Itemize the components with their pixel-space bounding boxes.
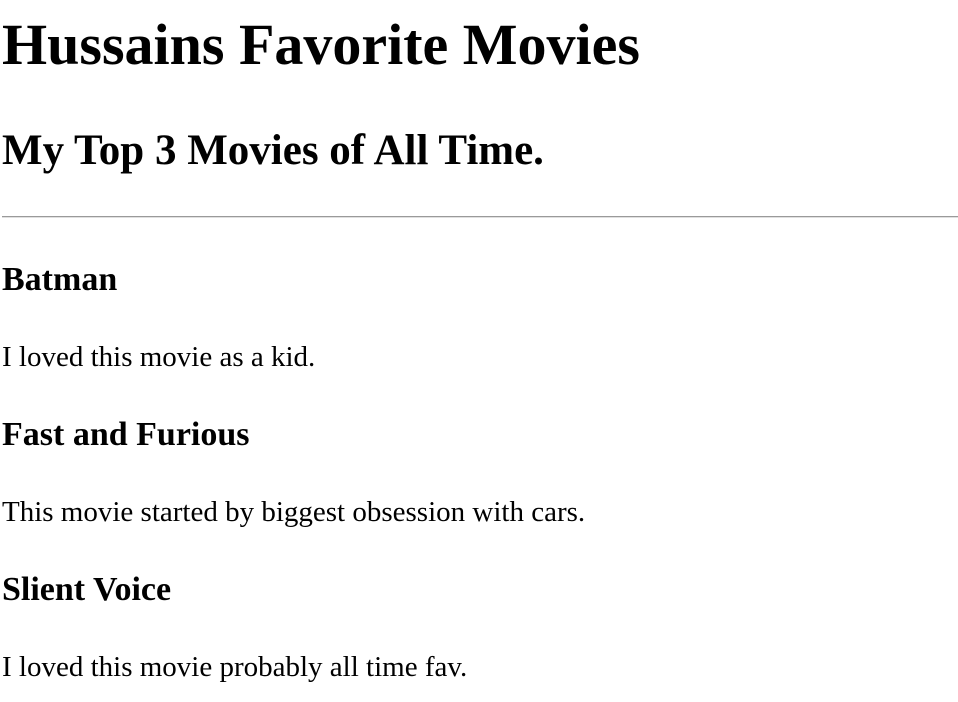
page-title: Hussains Favorite Movies <box>2 12 640 77</box>
divider <box>2 216 958 218</box>
movie-title: Slient Voice <box>2 571 172 608</box>
movie-title: Batman <box>2 261 118 298</box>
movie-title: Fast and Furious <box>2 416 250 453</box>
movie-description: This movie started by biggest obsession … <box>2 496 586 528</box>
page-subtitle: My Top 3 Movies of All Time. <box>2 127 544 174</box>
movie-description: I loved this movie as a kid. <box>2 341 316 373</box>
movie-description: I loved this movie probably all time fav… <box>2 651 468 683</box>
